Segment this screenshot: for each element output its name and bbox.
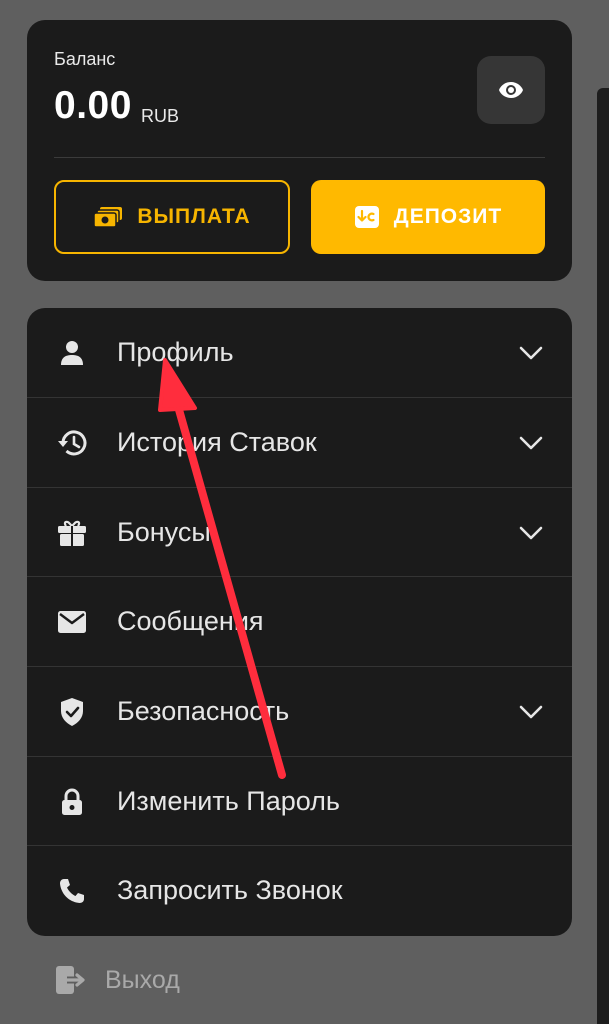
menu-item-bonuses[interactable]: Бонусы (27, 488, 572, 577)
menu-item-label: Запросить Звонок (117, 875, 343, 905)
balance-label: Баланс (54, 49, 116, 69)
logout-label: Выход (105, 965, 180, 994)
payout-button[interactable]: ВЫПЛАТА (54, 180, 290, 254)
gift-icon (57, 518, 87, 548)
menu-item-messages[interactable]: Сообщения (27, 577, 572, 666)
eye-icon (499, 82, 523, 98)
chevron-down-icon (517, 429, 545, 457)
scrollbar[interactable] (597, 88, 609, 1024)
card-divider (54, 157, 545, 158)
phone-icon (57, 876, 87, 906)
chevron-down-icon (517, 698, 545, 726)
menu-item-label: Профиль (117, 337, 234, 367)
deposit-icon (354, 206, 379, 228)
balance-currency: RUB (141, 106, 180, 126)
logout-button[interactable]: Выход (55, 960, 180, 1000)
lock-icon (57, 787, 87, 817)
deposit-label: ДЕПОЗИТ (393, 205, 503, 228)
menu-item-label: История Ставок (117, 427, 317, 457)
history-icon (57, 428, 87, 458)
menu-item-label: Сообщения (117, 606, 264, 636)
user-icon (57, 338, 87, 368)
money-icon (93, 207, 123, 228)
balance-card: Баланс 0.00 RUB ВЫПЛАТА ДЕПОЗИТ (27, 20, 572, 281)
balance-amount: 0.00 (54, 84, 132, 127)
toggle-balance-visibility-button[interactable] (477, 56, 545, 124)
chevron-down-icon (517, 339, 545, 367)
menu-item-request-call[interactable]: Запросить Звонок (27, 846, 572, 935)
deposit-button[interactable]: ДЕПОЗИТ (311, 180, 545, 254)
shield-icon (57, 697, 87, 727)
menu-item-label: Изменить Пароль (117, 786, 340, 816)
menu-item-security[interactable]: Безопасность (27, 667, 572, 756)
menu-item-label: Безопасность (117, 696, 290, 726)
menu-item-profile[interactable]: Профиль (27, 308, 572, 397)
logout-icon (56, 966, 85, 994)
menu-item-label: Бонусы (117, 517, 211, 547)
account-menu: Профиль История Ставок Бонусы Сообщения … (27, 308, 572, 936)
menu-item-bet-history[interactable]: История Ставок (27, 398, 572, 487)
chevron-down-icon (517, 519, 545, 547)
menu-item-change-password[interactable]: Изменить Пароль (27, 757, 572, 846)
payout-label: ВЫПЛАТА (137, 205, 251, 228)
mail-icon (57, 607, 87, 637)
